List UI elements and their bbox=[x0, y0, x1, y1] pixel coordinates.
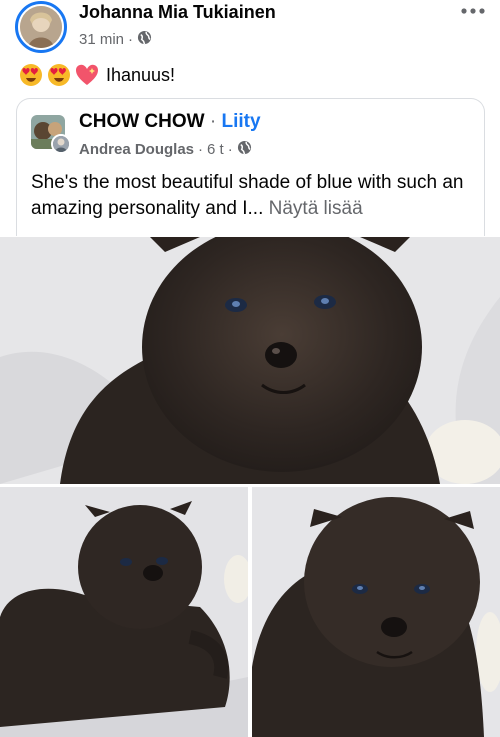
shared-body: She's the most beautiful shade of blue w… bbox=[31, 170, 481, 222]
group-separator: · bbox=[209, 111, 217, 132]
see-more-link[interactable]: Näytä lisää bbox=[269, 198, 363, 219]
author-name[interactable]: Johanna Mia Tukiainen bbox=[79, 2, 276, 23]
heart-eyes-emoji bbox=[18, 62, 44, 88]
author-avatar[interactable] bbox=[15, 1, 67, 53]
globe-icon bbox=[137, 30, 152, 49]
group-avatar[interactable] bbox=[31, 115, 71, 154]
group-name[interactable]: CHOW CHOW bbox=[79, 111, 205, 132]
meta-separator: · bbox=[128, 31, 134, 48]
globe-icon bbox=[237, 140, 252, 159]
shared-meta: Andrea Douglas · 6 t · bbox=[79, 140, 252, 159]
post-photo-bottom-left[interactable] bbox=[0, 487, 248, 737]
poster-avatar-badge bbox=[51, 134, 71, 154]
shared-author[interactable]: Andrea Douglas bbox=[79, 141, 194, 158]
join-group-link[interactable]: Liity bbox=[221, 111, 260, 132]
post-text: Ihanuus! bbox=[18, 62, 175, 88]
post-photo-bottom-right[interactable] bbox=[252, 487, 500, 737]
more-options-button[interactable] bbox=[458, 0, 488, 22]
post-time[interactable]: 31 min bbox=[79, 31, 124, 48]
post-meta: 31 min · bbox=[79, 30, 152, 49]
more-options-icon bbox=[460, 2, 486, 20]
post-photo-main[interactable] bbox=[0, 237, 500, 484]
sparkling-heart-emoji bbox=[74, 62, 100, 88]
shared-meta-separator: · bbox=[198, 141, 204, 158]
heart-eyes-emoji bbox=[46, 62, 72, 88]
shared-post-card[interactable]: CHOW CHOW · Liity Andrea Douglas · 6 t ·… bbox=[16, 98, 485, 236]
group-title: CHOW CHOW · Liity bbox=[79, 111, 261, 133]
author-avatar-image bbox=[20, 6, 62, 48]
shared-meta-separator-2: · bbox=[227, 141, 233, 158]
shared-time[interactable]: 6 t bbox=[207, 141, 224, 158]
post-header: Johanna Mia Tukiainen 31 min · bbox=[0, 0, 500, 60]
post-caption: Ihanuus! bbox=[106, 64, 176, 85]
shared-body-text: She's the most beautiful shade of blue w… bbox=[31, 172, 464, 219]
